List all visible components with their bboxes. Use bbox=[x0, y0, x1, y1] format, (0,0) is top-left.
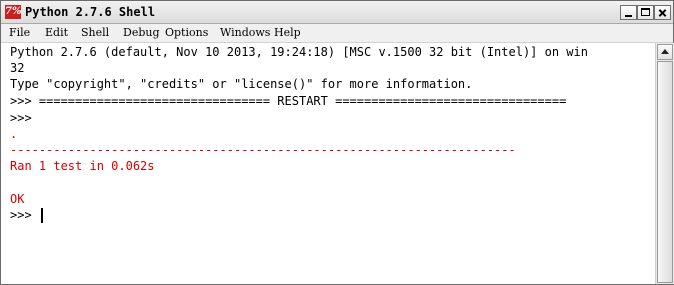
console-line-banner-wrap: 32 bbox=[10, 61, 25, 75]
console-line-prompt: >>> bbox=[10, 111, 32, 125]
vertical-scrollbar[interactable] bbox=[655, 43, 674, 284]
menu-edit[interactable]: Edit bbox=[45, 26, 68, 40]
console-line-ok: OK bbox=[10, 192, 25, 206]
window-title: Python 2.7.6 Shell bbox=[25, 5, 156, 19]
tk-logo-icon: 7% bbox=[5, 5, 22, 19]
console-line-banner: Python 2.7.6 (default, Nov 10 2013, 19:2… bbox=[10, 45, 588, 59]
console-line-info: Type "copyright", "credits" or "license(… bbox=[10, 77, 473, 91]
menu-help[interactable]: Help bbox=[274, 26, 301, 40]
menu-file[interactable]: File bbox=[9, 26, 30, 40]
menu-shell[interactable]: Shell bbox=[81, 26, 109, 40]
shell-text-area[interactable]: Python 2.7.6 (default, Nov 10 2013, 19:2… bbox=[1, 43, 654, 284]
scroll-up-arrow-icon[interactable] bbox=[657, 44, 673, 60]
menu-bar: File Edit Shell Debug Options Windows He… bbox=[1, 24, 673, 43]
console-line-separator: ----------------------------------------… bbox=[10, 143, 516, 157]
menu-debug[interactable]: Debug bbox=[123, 26, 160, 40]
minimize-button[interactable] bbox=[620, 5, 637, 20]
console-line-active-prompt[interactable]: >>> bbox=[10, 207, 39, 223]
console-line-ran-tests: Ran 1 test in 0.062s bbox=[10, 159, 155, 173]
console-line-restart: >>> ================================ RES… bbox=[10, 94, 567, 108]
console-line-test-dot: . bbox=[10, 127, 18, 141]
idle-shell-window: 7% Python 2.7.6 Shell File Edit Shell De… bbox=[0, 0, 674, 285]
scrollbar-thumb[interactable] bbox=[657, 61, 673, 283]
menu-options[interactable]: Options bbox=[165, 26, 208, 40]
close-button[interactable] bbox=[654, 5, 671, 20]
title-bar[interactable]: 7% Python 2.7.6 Shell bbox=[1, 1, 673, 24]
maximize-button[interactable] bbox=[637, 5, 654, 20]
menu-windows[interactable]: Windows bbox=[220, 26, 270, 40]
text-cursor bbox=[41, 208, 43, 223]
